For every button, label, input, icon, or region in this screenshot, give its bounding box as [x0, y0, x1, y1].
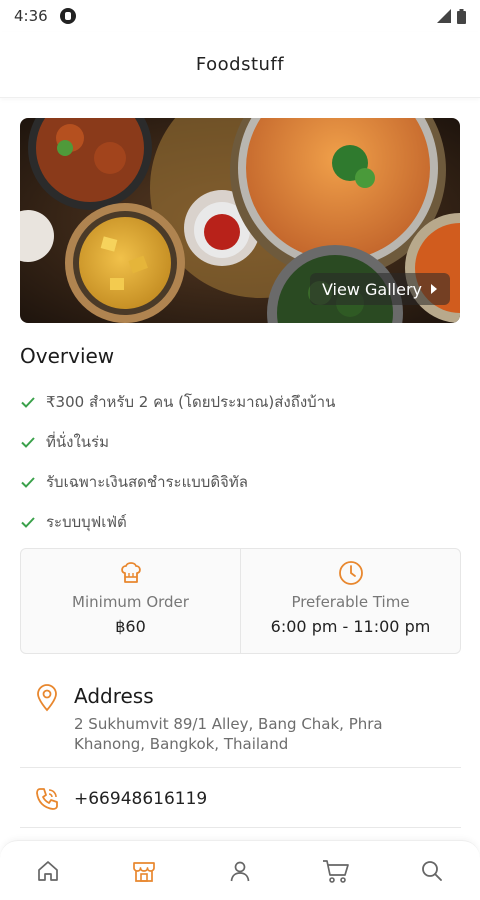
address-title: Address	[74, 684, 154, 708]
cart-icon	[323, 859, 349, 883]
address-body: Address 2 Sukhumvit 89/1 Alley, Bang Cha…	[74, 672, 461, 767]
nav-cart[interactable]	[306, 851, 366, 891]
battery-icon	[457, 8, 466, 24]
search-icon	[422, 860, 442, 881]
preferable-time-value: 6:00 pm - 11:00 pm	[270, 617, 431, 636]
address-line-2: Khanong, Bangkok, Thailand	[74, 735, 289, 753]
feature-item: ที่นั่งในร่ม	[20, 422, 460, 462]
minimum-order-block: Minimum Order ฿60	[21, 549, 240, 653]
check-icon	[21, 437, 35, 448]
check-icon	[21, 517, 35, 528]
nav-store[interactable]	[114, 851, 174, 891]
minimum-order-value: ฿60	[115, 617, 146, 636]
phone-number[interactable]: +66948616119	[74, 789, 207, 809]
nav-search[interactable]	[402, 851, 462, 891]
address-line-1: 2 Sukhumvit 89/1 Alley, Bang Chak, Phra	[74, 715, 383, 733]
check-icon	[21, 477, 35, 488]
restaurant-hero-image[interactable]: View Gallery	[20, 118, 460, 323]
store-icon	[133, 861, 155, 882]
feature-text: ที่นั่งในร่ม	[46, 433, 109, 451]
feature-text: ระบบบุฟเฟ่ต์	[46, 513, 127, 531]
feature-item: รับเฉพาะเงินสดชำระแบบดิจิทัล	[20, 462, 460, 502]
nav-profile[interactable]	[210, 851, 270, 891]
view-gallery-button[interactable]: View Gallery	[309, 273, 450, 305]
feature-list: ₹300 สำหรับ 2 คน (โดยประมาณ)ส่งถึงบ้าน ท…	[20, 382, 460, 542]
home-icon	[38, 860, 58, 881]
check-icon	[21, 397, 35, 408]
status-bar: 4:36	[0, 0, 480, 32]
address-icon-wrap	[20, 672, 74, 767]
preferable-time-block: Preferable Time 6:00 pm - 11:00 pm	[240, 549, 460, 653]
chef-hat-icon	[120, 562, 141, 583]
feature-item: ₹300 สำหรับ 2 คน (โดยประมาณ)ส่งถึงบ้าน	[20, 382, 460, 422]
bottom-navigation	[0, 840, 480, 900]
clock-icon	[338, 561, 363, 585]
app-header: Foodstuff	[0, 32, 480, 98]
feature-text: ₹300 สำหรับ 2 คน (โดยประมาณ)ส่งถึงบ้าน	[46, 393, 336, 411]
minimum-order-label: Minimum Order	[72, 593, 189, 611]
view-gallery-label: View Gallery	[321, 279, 422, 299]
status-time: 4:36	[14, 7, 48, 25]
notification-app-icon	[59, 8, 76, 24]
signal-icon	[437, 9, 451, 23]
feature-text: รับเฉพาะเงินสดชำระแบบดิจิทัล	[46, 473, 248, 491]
phone-row[interactable]: +66948616119	[20, 770, 461, 828]
preferable-time-label: Preferable Time	[291, 593, 410, 611]
phone-icon	[36, 787, 58, 810]
feature-item: ระบบบุฟเฟ่ต์	[20, 502, 460, 542]
page-title: Foodstuff	[195, 54, 285, 75]
phone-icon-wrap	[20, 786, 74, 812]
location-pin-icon	[37, 684, 57, 712]
nav-home[interactable]	[18, 851, 78, 891]
profile-icon	[230, 861, 250, 881]
chevron-right-icon	[431, 284, 437, 294]
overview-title: Overview	[20, 344, 115, 368]
order-info-card: Minimum Order ฿60 Preferable Time 6:00 p…	[20, 548, 461, 654]
address-row[interactable]: Address 2 Sukhumvit 89/1 Alley, Bang Cha…	[20, 672, 461, 768]
